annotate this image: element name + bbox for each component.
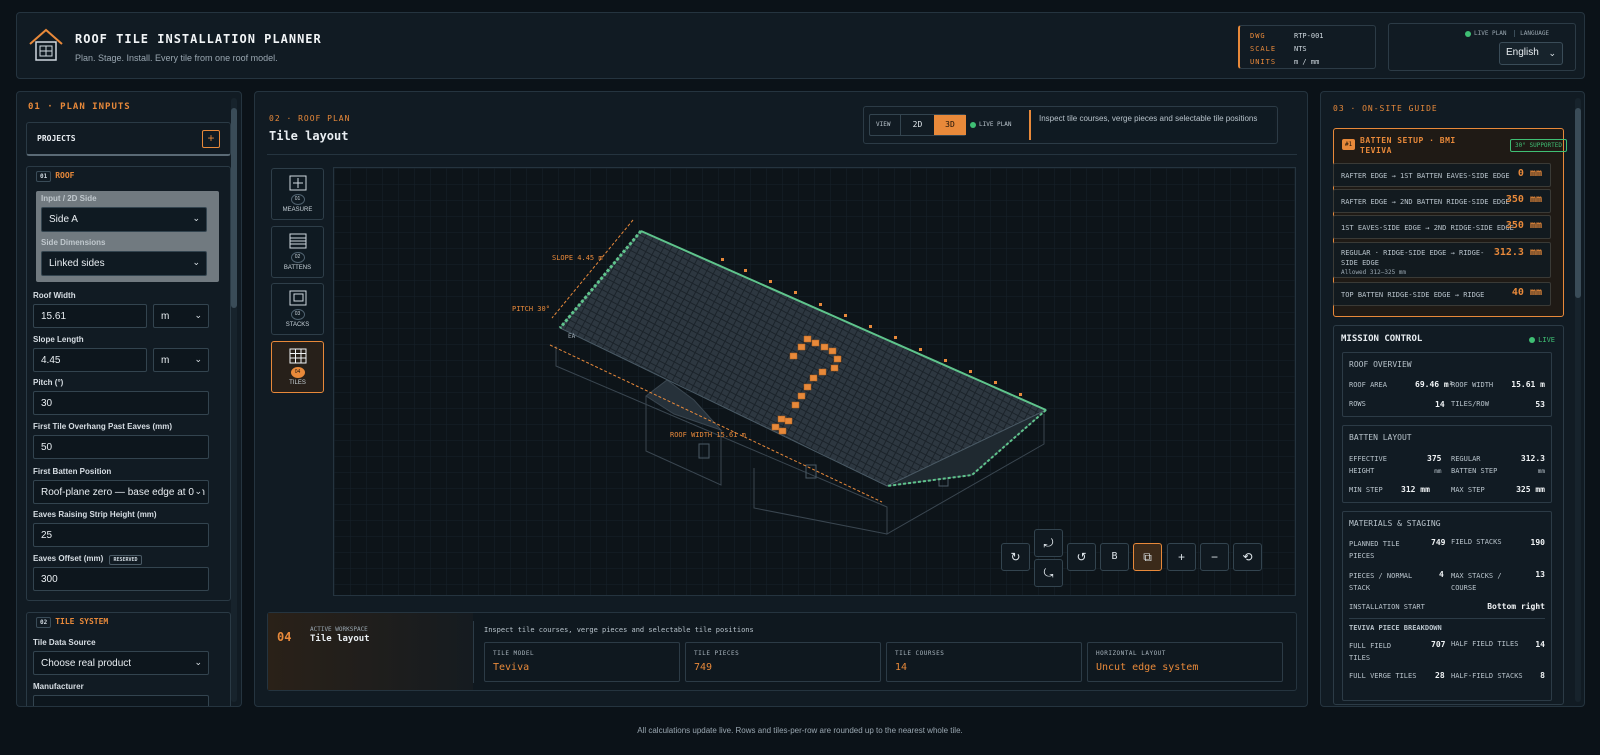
slope-dimension-label: SLOPE 4.45 m xyxy=(552,254,603,262)
b-view-button[interactable]: B xyxy=(1100,543,1129,571)
workspace-summary: 04 ACTIVE WORKSPACE Tile layout Inspect … xyxy=(267,612,1297,691)
batten-row: REGULAR · RIDGE-SIDE EDGE → RIDGE-SIDE E… xyxy=(1333,242,1551,278)
app-title: ROOF TILE INSTALLATION PLANNER xyxy=(75,32,322,46)
tiles-grid-icon xyxy=(289,348,306,364)
roof-3d-scene: SLOPE 4.45 m PITCH 30° EA ROOF WIDTH 15.… xyxy=(334,168,1295,595)
eaves-dimension-label: EA xyxy=(568,333,576,340)
view-toggle: VIEW 2D 3D xyxy=(869,114,966,136)
layers-toggle-icon[interactable]: ⧉ xyxy=(1133,543,1162,571)
tile-system-title: TILE SYSTEM xyxy=(55,617,109,626)
live-language-box: LIVE PLAN LANGUAGE English ⌄ xyxy=(1388,23,1576,71)
reserved-badge: RESERVED xyxy=(109,555,142,565)
roof-plan-panel: 02 · ROOF PLAN Tile layout VIEW 2D 3D LI… xyxy=(254,91,1308,707)
batten-row: TOP BATTEN RIDGE-SIDE EDGE → RIDGE 40 mm xyxy=(1333,282,1551,306)
batten-setup-title: BATTEN SETUP · BMI TEVIVA xyxy=(1360,136,1456,155)
input-side-select[interactable]: Side A ⌄ xyxy=(41,207,207,232)
on-site-guide-panel: 03 · ON-SITE GUIDE #1 BATTEN SETUP · BMI… xyxy=(1320,91,1585,707)
roof-plan-section-title: 02 · ROOF PLAN xyxy=(269,114,351,123)
tool-tiles[interactable]: 04 TILES xyxy=(271,341,324,393)
overhang-input[interactable]: 50 xyxy=(33,435,209,459)
stat-horizontal-layout: HORIZONTAL LAYOUT Uncut edge system xyxy=(1087,642,1283,682)
mission-control: MISSION CONTROL LIVE ROOF OVERVIEW ROOF … xyxy=(1333,325,1564,705)
tile-source-select[interactable]: Choose real product ⌄ xyxy=(33,651,209,675)
first-batten-select[interactable]: Roof-plane zero — base edge at 0 m ⌄ xyxy=(33,480,209,504)
live-dot-icon xyxy=(1465,30,1471,37)
pitch-input[interactable]: 30 xyxy=(33,391,209,415)
on-site-guide-title: 03 · ON-SITE GUIDE xyxy=(1333,104,1438,113)
workspace-description: Inspect tile courses, verge pieces and s… xyxy=(484,626,754,634)
roof-section-title: ROOF xyxy=(55,171,75,180)
stat-tile-pieces: TILE PIECES 749 xyxy=(685,642,881,682)
stat-tile-courses: TILE COURSES 14 xyxy=(886,642,1082,682)
tool-stacks[interactable]: 03 STACKS xyxy=(271,283,324,335)
roof-section: 01 ROOF Input / 2D Side Side A ⌄ Side Dime… xyxy=(26,166,231,601)
batten-layout-box: BATTEN LAYOUT EFFECTIVE HEIGHT 375 mm REGU… xyxy=(1342,425,1552,503)
roof-plan-title: Tile layout xyxy=(269,129,349,143)
pitch-dimension-label: PITCH 30° xyxy=(512,305,550,313)
roof-width-input[interactable]: 15.61 xyxy=(33,304,147,328)
tile-system-section: 02 TILE SYSTEM Tile Data Source Choose re… xyxy=(26,612,231,706)
live-dot-icon xyxy=(970,121,976,128)
side-dimensions-select[interactable]: Linked sides ⌄ xyxy=(41,251,207,276)
view-3d-button[interactable]: 3D xyxy=(934,115,966,135)
zoom-out-button[interactable]: − xyxy=(1200,543,1229,571)
tool-battens[interactable]: 02 BATTENS xyxy=(271,226,324,278)
stacks-icon xyxy=(289,290,306,306)
measure-icon xyxy=(289,175,306,191)
plan-inputs-title: 01 · PLAN INPUTS xyxy=(28,102,131,112)
roof-overview-box: ROOF OVERVIEW ROOF AREA 69.46 m² ROOF WI… xyxy=(1342,352,1552,417)
add-project-button[interactable]: + xyxy=(202,130,220,148)
side-selector-box: Input / 2D Side Side A ⌄ Side Dimensions … xyxy=(36,191,219,282)
chevron-down-icon: ⌄ xyxy=(194,486,202,497)
app-subtitle: Plan. Stage. Install. Every tile from on… xyxy=(75,53,278,63)
manufacturer-select[interactable] xyxy=(33,695,209,706)
drawing-meta: DWG RTP-001 SCALE NTS UNITS m / mm xyxy=(1238,25,1376,69)
view-toolbar: VIEW 2D 3D LIVE PLAN Inspect tile course… xyxy=(863,106,1278,144)
supported-badge: 30° SUPPORTED xyxy=(1510,139,1567,152)
scrollbar[interactable] xyxy=(231,98,237,702)
live-plan-label: LIVE PLAN xyxy=(1474,30,1507,37)
workspace-name: Tile layout xyxy=(310,634,370,644)
materials-staging-box: MATERIALS & STAGING PLANNED TILE PIECES 7… xyxy=(1342,511,1552,701)
chevron-down-icon: ⌄ xyxy=(192,257,200,267)
width-dimension-label: ROOF WIDTH 15.61 m xyxy=(670,431,746,439)
eaves-offset-input[interactable]: 300 xyxy=(33,567,209,591)
language-select[interactable]: English ⌄ xyxy=(1499,42,1563,65)
chevron-down-icon: ⌄ xyxy=(194,657,202,667)
batten-row: RAFTER EDGE → 1ST BATTEN EAVES-SIDE EDGE… xyxy=(1333,163,1551,187)
rotate-left-button[interactable]: ↺ xyxy=(1067,543,1096,571)
mission-control-title: MISSION CONTROL xyxy=(1341,334,1423,344)
chevron-down-icon: ⌄ xyxy=(194,310,202,320)
stat-tile-model: TILE MODEL Teviva xyxy=(484,642,680,682)
batten-row: 1ST EAVES-SIDE EDGE → 2ND RIDGE-SIDE EDG… xyxy=(1333,215,1551,239)
chevron-down-icon: ⌄ xyxy=(192,213,200,223)
reset-view-button[interactable]: ⟲ xyxy=(1233,543,1262,571)
battens-icon xyxy=(289,233,306,249)
plan-inputs-panel: 01 · PLAN INPUTS PROJECTS + 01 ROOF Input… xyxy=(16,91,242,707)
chevron-down-icon: ⌄ xyxy=(1548,48,1556,58)
batten-row: RAFTER EDGE → 2ND BATTEN RIDGE-SIDE EDGE… xyxy=(1333,189,1551,213)
slope-length-unit-select[interactable]: m ⌄ xyxy=(153,348,209,372)
view-hint: Inspect tile courses, verge pieces and s… xyxy=(1029,110,1275,140)
footer-note: All calculations update live. Rows and t… xyxy=(637,726,963,735)
scrollbar[interactable] xyxy=(1575,98,1581,702)
house-logo-icon xyxy=(29,28,63,61)
zoom-in-button[interactable]: + xyxy=(1167,543,1196,571)
live-dot-icon xyxy=(1529,337,1536,343)
roof-3d-viewport[interactable]: SLOPE 4.45 m PITCH 30° EA ROOF WIDTH 15.… xyxy=(333,167,1296,596)
tilt-up-button[interactable]: ⤾ xyxy=(1034,529,1063,557)
tool-measure[interactable]: 01 MEASURE xyxy=(271,168,324,220)
workspace-number: 04 xyxy=(277,630,292,644)
eaves-strip-input[interactable]: 25 xyxy=(33,523,209,547)
rotate-right-button[interactable]: ↻ xyxy=(1001,543,1030,571)
chevron-down-icon: ⌄ xyxy=(194,354,202,364)
app-header: ROOF TILE INSTALLATION PLANNER Plan. Sta… xyxy=(16,12,1585,79)
tilt-down-button[interactable]: ⤿ xyxy=(1034,559,1063,587)
slope-length-input[interactable]: 4.45 xyxy=(33,348,147,372)
projects-bar[interactable]: PROJECTS + xyxy=(26,122,231,156)
language-label: LANGUAGE xyxy=(1514,30,1550,37)
roof-width-unit-select[interactable]: m ⌄ xyxy=(153,304,209,328)
view-2d-button[interactable]: 2D xyxy=(900,115,934,135)
